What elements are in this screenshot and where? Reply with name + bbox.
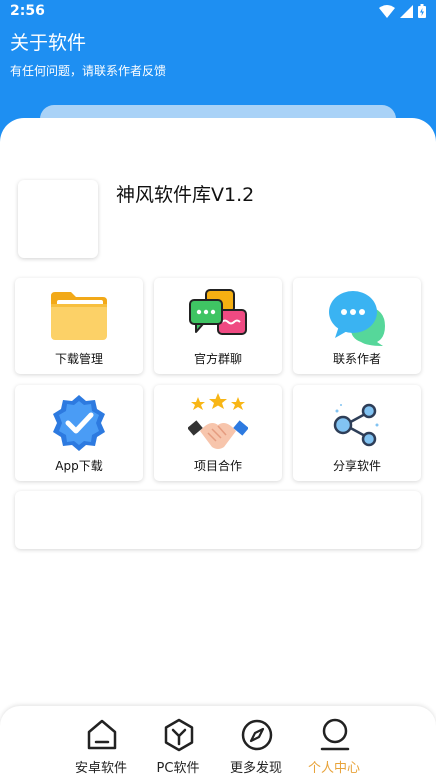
chat-bubble-icon [329,291,385,346]
nav-label: PC软件 [156,761,200,775]
nav-item-pc-software[interactable]: PC软件 [138,706,218,775]
group-chat-icon [189,289,247,335]
person-icon [320,718,350,751]
tile-share-software[interactable]: 分享软件 [293,385,421,481]
status-icons [379,4,426,18]
tile-label: 分享软件 [332,459,381,473]
tile-project-cooperation[interactable]: 项目合作 [154,385,282,481]
app-logo [18,180,98,258]
tile-download-manager[interactable]: 下载管理 [15,278,143,374]
tile-app-download[interactable]: App下载 [15,385,143,481]
folder-icon [51,292,107,340]
nav-label: 安卓软件 [74,761,127,775]
tile-label: 项目合作 [193,459,242,473]
signal-icon [400,4,413,18]
compass-icon [241,719,273,751]
app-name: 神风软件库V1.2 [116,184,255,206]
wifi-icon [379,4,395,18]
page-title: 关于软件 [10,32,87,54]
empty-card [15,491,421,549]
verified-badge-icon [53,395,105,451]
android-home-icon [87,719,117,750]
tile-label: 联系作者 [332,352,381,366]
nav-item-personal-center[interactable]: 个人中心 [294,706,374,775]
tile-label: 下载管理 [54,352,103,366]
hexagon-y-icon [164,718,194,752]
nav-label: 更多发现 [229,761,282,775]
tile-label: 官方群聊 [193,352,242,366]
tile-official-group[interactable]: 官方群聊 [154,278,282,374]
page-subtitle: 有任何问题，请联系作者反馈 [10,64,167,78]
nav-label: 个人中心 [307,761,360,775]
tile-label: App下载 [55,459,103,473]
handshake-icon [188,393,248,449]
nav-item-more-discover[interactable]: 更多发现 [216,706,296,775]
status-time: 2:56 [10,3,45,19]
nav-item-android-software[interactable]: 安卓软件 [61,706,141,775]
bottom-nav: 安卓软件 PC软件 更多发现 个人中心 [0,706,436,775]
share-icon [333,403,379,447]
battery-icon [418,4,426,18]
status-bar: 2:56 [0,0,436,24]
tile-contact-author[interactable]: 联系作者 [293,278,421,374]
